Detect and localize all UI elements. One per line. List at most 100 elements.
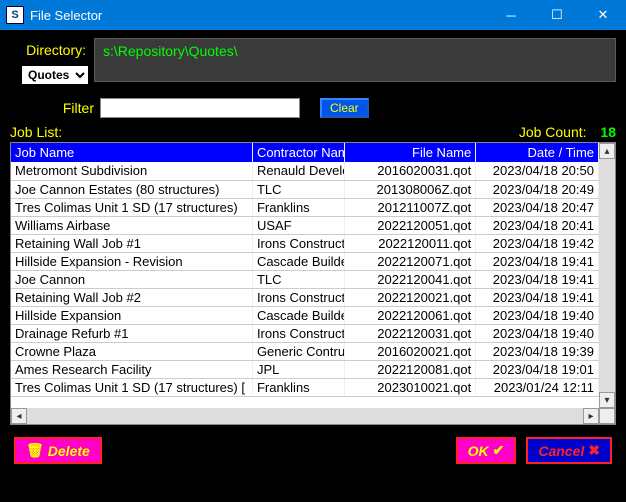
cell-contractor: Irons Construct	[252, 234, 345, 252]
clear-button[interactable]: Clear	[320, 98, 369, 118]
cell-file: 2016020021.qot	[345, 342, 476, 360]
grid-header-row[interactable]: Job Name Contractor Nam File Name Date /…	[11, 143, 599, 162]
cell-date: 2023/01/24 12:11	[476, 378, 599, 396]
cell-date: 2023/04/18 20:41	[476, 216, 599, 234]
job-count-value: 18	[600, 124, 616, 140]
cell-file: 2022120061.qot	[345, 306, 476, 324]
cell-date: 2023/04/18 20:47	[476, 198, 599, 216]
job-list-label: Job List:	[10, 124, 62, 140]
scroll-right-icon[interactable]: ▸	[583, 408, 599, 424]
delete-button[interactable]: 🗑 Delete	[14, 437, 102, 464]
cell-contractor: Franklins	[252, 378, 345, 396]
cell-job: Joe Cannon	[11, 270, 252, 288]
col-contractor[interactable]: Contractor Nam	[252, 143, 345, 162]
table-row[interactable]: Retaining Wall Job #2Irons Construct2022…	[11, 288, 599, 306]
cell-file: 2022120031.qot	[345, 324, 476, 342]
cell-date: 2023/04/18 20:50	[476, 162, 599, 180]
cell-job: Metromont Subdivision	[11, 162, 252, 180]
cell-date: 2023/04/18 20:49	[476, 180, 599, 198]
table-row[interactable]: Drainage Refurb #1Irons Construct2022120…	[11, 324, 599, 342]
directory-path[interactable]: s:\Repository\Quotes\	[94, 38, 616, 82]
cell-contractor: Renauld Develo	[252, 162, 345, 180]
cell-file: 2023010021.qot	[345, 378, 476, 396]
cell-file: 201308006Z.qot	[345, 180, 476, 198]
table-row[interactable]: Metromont SubdivisionRenauld Develo20160…	[11, 162, 599, 180]
cell-file: 2022120021.qot	[345, 288, 476, 306]
cell-date: 2023/04/18 19:41	[476, 288, 599, 306]
job-grid[interactable]: Job Name Contractor Nam File Name Date /…	[10, 142, 616, 425]
cell-contractor: Franklins	[252, 198, 345, 216]
cell-date: 2023/04/18 19:40	[476, 324, 599, 342]
scroll-left-icon[interactable]: ◂	[11, 408, 27, 424]
cancel-button-label: Cancel	[538, 443, 584, 459]
cell-job: Hillside Expansion	[11, 306, 252, 324]
cell-contractor: TLC	[252, 180, 345, 198]
cell-job: Joe Cannon Estates (80 structures)	[11, 180, 252, 198]
cell-job: Drainage Refurb #1	[11, 324, 252, 342]
minimize-button[interactable]: ─	[488, 0, 534, 30]
cell-file: 2022120011.qot	[345, 234, 476, 252]
cell-date: 2023/04/18 19:01	[476, 360, 599, 378]
cell-file: 2022120051.qot	[345, 216, 476, 234]
titlebar[interactable]: S File Selector ─ ☐ ✕	[0, 0, 626, 30]
cell-file: 2016020031.qot	[345, 162, 476, 180]
cell-date: 2023/04/18 19:41	[476, 252, 599, 270]
table-row[interactable]: Williams AirbaseUSAF2022120051.qot2023/0…	[11, 216, 599, 234]
delete-button-label: Delete	[48, 443, 90, 459]
table-row[interactable]: Tres Colimas Unit 1 SD (17 structures)Fr…	[11, 198, 599, 216]
x-icon: ✖	[588, 442, 600, 459]
table-row[interactable]: Tres Colimas Unit 1 SD (17 structures) […	[11, 378, 599, 396]
check-icon: ✔	[493, 442, 505, 459]
table-row[interactable]: Retaining Wall Job #1Irons Construct2022…	[11, 234, 599, 252]
cell-contractor: USAF	[252, 216, 345, 234]
filter-input[interactable]	[100, 98, 300, 118]
filter-label: Filter	[10, 100, 100, 116]
cell-contractor: Cascade Builde	[252, 306, 345, 324]
cell-job: Williams Airbase	[11, 216, 252, 234]
maximize-button[interactable]: ☐	[534, 0, 580, 30]
cell-date: 2023/04/18 19:39	[476, 342, 599, 360]
cell-file: 2022120081.qot	[345, 360, 476, 378]
scroll-up-icon[interactable]: ▴	[599, 143, 615, 159]
ok-button-label: OK	[468, 443, 489, 459]
cell-contractor: TLC	[252, 270, 345, 288]
cancel-button[interactable]: Cancel ✖	[526, 437, 612, 464]
cell-job: Ames Research Facility	[11, 360, 252, 378]
vertical-scrollbar[interactable]: ▴ ▾	[599, 143, 615, 408]
close-button[interactable]: ✕	[580, 0, 626, 30]
window-title: File Selector	[30, 8, 488, 23]
table-row[interactable]: Ames Research FacilityJPL2022120081.qot2…	[11, 360, 599, 378]
cell-job: Retaining Wall Job #1	[11, 234, 252, 252]
directory-select[interactable]: Quotes	[20, 64, 90, 86]
table-row[interactable]: Joe CannonTLC2022120041.qot2023/04/18 19…	[11, 270, 599, 288]
table-row[interactable]: Hillside ExpansionCascade Builde20221200…	[11, 306, 599, 324]
cell-job: Crowne Plaza	[11, 342, 252, 360]
ok-button[interactable]: OK ✔	[456, 437, 517, 464]
cell-contractor: Irons Construct	[252, 288, 345, 306]
table-row[interactable]: Crowne PlazaGeneric Contru2016020021.qot…	[11, 342, 599, 360]
horizontal-scrollbar[interactable]: ◂ ▸	[11, 408, 615, 424]
col-date-time[interactable]: Date / Time	[476, 143, 599, 162]
cell-contractor: Irons Construct	[252, 324, 345, 342]
cell-date: 2023/04/18 19:40	[476, 306, 599, 324]
directory-label: Directory:	[10, 38, 90, 58]
app-icon: S	[6, 6, 24, 24]
scroll-down-icon[interactable]: ▾	[599, 392, 615, 408]
cell-file: 2022120041.qot	[345, 270, 476, 288]
cell-date: 2023/04/18 19:41	[476, 270, 599, 288]
col-job-name[interactable]: Job Name	[11, 143, 252, 162]
cell-file: 201211007Z.qot	[345, 198, 476, 216]
job-count-label: Job Count:	[519, 124, 587, 140]
trash-icon: 🗑	[26, 442, 44, 459]
cell-contractor: Cascade Builde	[252, 252, 345, 270]
cell-job: Tres Colimas Unit 1 SD (17 structures)	[11, 198, 252, 216]
table-row[interactable]: Hillside Expansion - RevisionCascade Bui…	[11, 252, 599, 270]
cell-date: 2023/04/18 19:42	[476, 234, 599, 252]
cell-job: Retaining Wall Job #2	[11, 288, 252, 306]
cell-contractor: JPL	[252, 360, 345, 378]
cell-job: Tres Colimas Unit 1 SD (17 structures) [	[11, 378, 252, 396]
cell-contractor: Generic Contru	[252, 342, 345, 360]
table-row[interactable]: Joe Cannon Estates (80 structures)TLC201…	[11, 180, 599, 198]
scroll-corner	[599, 408, 615, 424]
col-file-name[interactable]: File Name	[345, 143, 476, 162]
